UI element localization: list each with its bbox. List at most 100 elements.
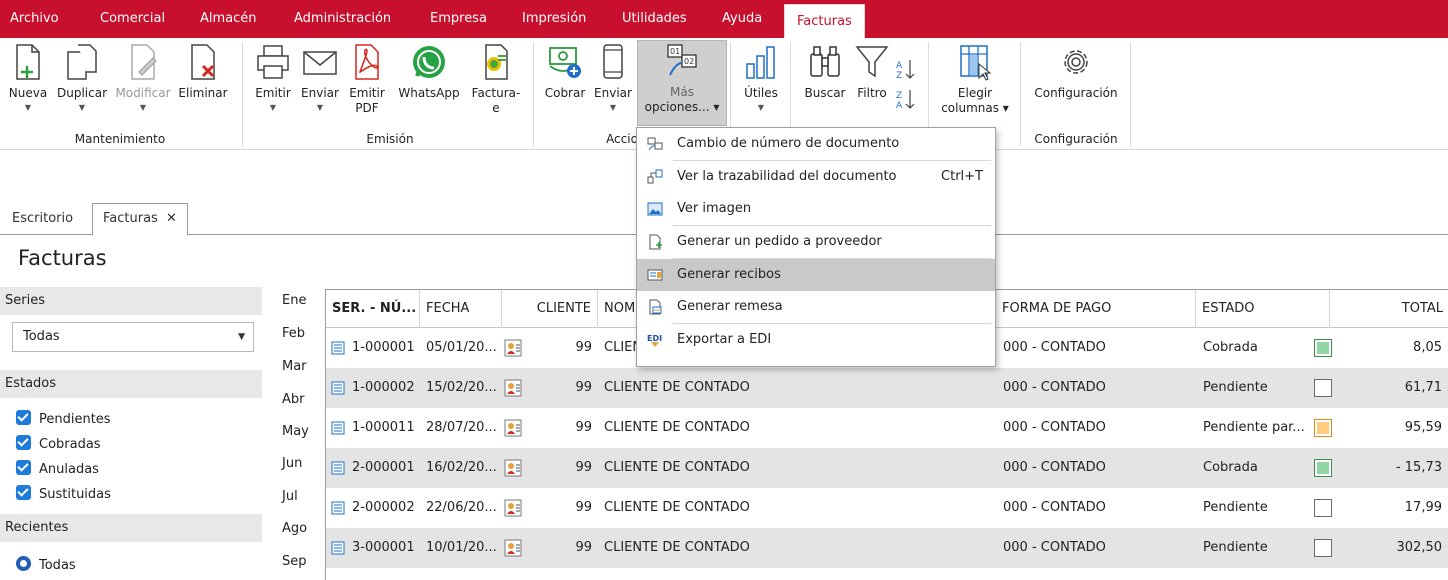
cell-estado: Pendiente	[1203, 500, 1268, 515]
duplicar-button[interactable]: Duplicar ▼	[52, 42, 112, 113]
document-number-icon	[647, 137, 663, 151]
mas-opciones-button[interactable]: 01 02 Más opciones... ▾	[637, 40, 727, 126]
menu-item-exportar-edi[interactable]: EDI Exportar a EDI	[637, 324, 995, 356]
menu-administracion[interactable]: Administración	[294, 0, 391, 38]
edi-icon: EDI	[647, 334, 662, 347]
traceability-icon	[647, 169, 663, 184]
close-icon[interactable]: ✕	[166, 211, 177, 226]
month-ene[interactable]: Ene	[282, 293, 306, 308]
month-mar[interactable]: Mar	[282, 359, 307, 374]
menu-facturas[interactable]: Facturas	[784, 4, 865, 38]
bar-chart-icon	[746, 46, 775, 79]
cell-total: 95,59	[1404, 420, 1442, 435]
month-abr[interactable]: Abr	[282, 392, 305, 407]
table-row[interactable]: 2-000002 22/06/20... 99 CLIENTE DE CONTADO 0…	[326, 488, 1448, 528]
new-document-icon	[16, 44, 40, 80]
remittance-icon	[649, 299, 662, 315]
enviar-emision-button[interactable]: Enviar ▼	[298, 42, 342, 113]
eliminar-button[interactable]: Eliminar	[172, 42, 234, 101]
document-number-icon: 01 02	[667, 44, 697, 76]
cobrar-button[interactable]: Cobrar	[540, 42, 590, 101]
chevron-down-icon: ▼	[78, 103, 86, 112]
checkbox-sustituidas[interactable]: Sustituidas	[16, 485, 111, 502]
emitir-pdf-button[interactable]: Emitir PDF	[346, 42, 388, 116]
contact-card-icon	[504, 379, 522, 397]
svg-text:01: 01	[670, 47, 680, 56]
month-ago[interactable]: Ago	[282, 521, 307, 536]
buscar-button[interactable]: Buscar	[800, 42, 850, 101]
cell-cliente: 99	[575, 420, 592, 435]
menu-archivo[interactable]: Archivo	[10, 0, 59, 38]
envelope-icon	[303, 51, 337, 75]
column-header-cliente[interactable]: CLIENTE	[502, 290, 598, 328]
month-jun[interactable]: Jun	[282, 456, 302, 471]
cell-nombre: CLIENTE DE CONTADO	[604, 420, 750, 435]
cell-forma-pago: 000 - CONTADO	[1003, 380, 1106, 395]
emitir-button[interactable]: Emitir ▼	[252, 42, 294, 113]
menu-item-trazabilidad[interactable]: Ver la trazabilidad del documento Ctrl+T	[637, 161, 995, 193]
radio-todas[interactable]: Todas	[16, 556, 76, 573]
menu-item-pedido-proveedor[interactable]: Generar un pedido a proveedor	[637, 226, 995, 258]
chevron-down-icon: ▼	[238, 332, 245, 342]
purchase-order-icon	[649, 234, 662, 250]
checkbox-pendientes[interactable]: Pendientes	[16, 410, 111, 427]
month-may[interactable]: May	[282, 424, 309, 439]
menu-ayuda[interactable]: Ayuda	[722, 0, 762, 38]
cell-cliente: 99	[575, 340, 592, 355]
recientes-header: Recientes	[0, 514, 262, 542]
checkbox-cobradas[interactable]: Cobradas	[16, 435, 101, 452]
table-row[interactable]: 3-000001 10/01/20... 99 CLIENTE DE CONTADO 0…	[326, 528, 1448, 568]
elegir-columnas-button[interactable]: Elegir columnas ▾	[934, 42, 1016, 116]
menu-almacen[interactable]: Almacén	[200, 0, 257, 38]
configuracion-button[interactable]: Configuración	[1026, 42, 1126, 101]
series-header: Series	[0, 287, 262, 315]
month-feb[interactable]: Feb	[282, 326, 305, 341]
menu-item-generar-recibos[interactable]: Generar recibos	[637, 259, 995, 291]
table-row[interactable]: 1-000011 28/07/20... 99 CLIENTE DE CONTADO 0…	[326, 408, 1448, 448]
sort-icon[interactable]: A Z Z A	[894, 54, 918, 114]
check-icon	[16, 435, 31, 450]
whatsapp-button[interactable]: WhatsApp	[394, 42, 464, 101]
column-header-serie[interactable]: SER. - NÚ...	[326, 290, 420, 328]
column-header-total[interactable]: TOTAL	[1330, 290, 1448, 328]
column-header-fecha[interactable]: FECHA	[420, 290, 502, 328]
table-row[interactable]: 2-000001 16/02/20... 99 CLIENTE DE CONTADO 0…	[326, 448, 1448, 488]
tab-facturas[interactable]: Facturas ✕	[92, 203, 188, 236]
menu-bar: Archivo Comercial Almacén Administración…	[0, 0, 1448, 38]
cell-estado: Cobrada	[1203, 340, 1258, 355]
delete-document-icon	[191, 44, 215, 80]
cell-numero: 2-000001	[352, 460, 415, 475]
menu-item-ver-imagen[interactable]: Ver imagen	[637, 193, 995, 225]
tab-escritorio[interactable]: Escritorio	[12, 211, 73, 226]
enviar-acciones-button[interactable]: Enviar ▼	[592, 42, 634, 113]
menu-utilidades[interactable]: Utilidades	[622, 0, 687, 38]
tab-facturas-label: Facturas	[103, 211, 158, 226]
series-select[interactable]: Todas ▼	[12, 322, 254, 352]
menu-impresion[interactable]: Impresión	[522, 0, 586, 38]
cell-numero: 1-000011	[352, 420, 415, 435]
column-header-forma-pago[interactable]: FORMA DE PAGO	[996, 290, 1196, 328]
menu-item-generar-remesa[interactable]: Generar remesa	[637, 291, 995, 323]
facturae-button[interactable]: Factura- e	[466, 42, 526, 116]
filtro-button[interactable]: Filtro	[852, 42, 892, 101]
cell-numero: 1-000001	[352, 340, 415, 355]
menu-shortcut: Ctrl+T	[941, 169, 983, 184]
nueva-button[interactable]: Nueva ▼	[4, 42, 52, 113]
utiles-button[interactable]: Útiles ▼	[736, 42, 786, 113]
svg-text:EDI: EDI	[647, 334, 662, 343]
group-separator	[1020, 42, 1021, 146]
modificar-button[interactable]: Modificar ▼	[114, 42, 172, 113]
menu-comercial[interactable]: Comercial	[100, 0, 165, 38]
chevron-down-icon: ▼	[316, 103, 324, 112]
table-row[interactable]: 1-000002 15/02/20... 99 CLIENTE DE CONTADO 0…	[326, 368, 1448, 408]
cell-cliente: 99	[575, 460, 592, 475]
menu-item-cambio-numero[interactable]: Cambio de número de documento	[637, 128, 995, 160]
svg-text:Z: Z	[896, 91, 902, 101]
invoice-icon	[331, 421, 345, 435]
column-header-estado[interactable]: ESTADO	[1196, 290, 1330, 328]
checkbox-anuladas[interactable]: Anuladas	[16, 460, 99, 477]
month-sep[interactable]: Sep	[282, 554, 307, 569]
month-jul[interactable]: Jul	[282, 489, 298, 504]
chevron-down-icon: ▼	[269, 103, 277, 112]
menu-empresa[interactable]: Empresa	[430, 0, 487, 38]
